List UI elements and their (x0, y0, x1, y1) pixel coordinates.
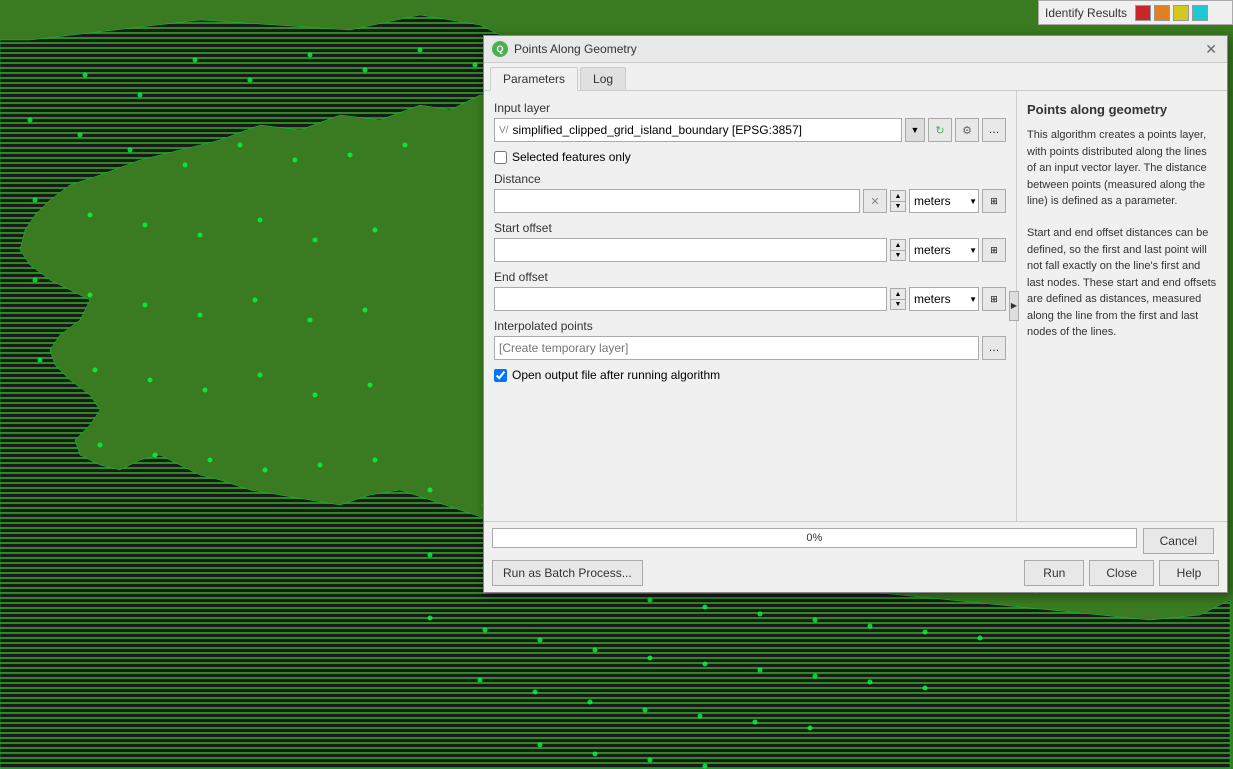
selected-features-row: Selected features only (494, 150, 1006, 164)
selected-features-checkbox[interactable] (494, 151, 507, 164)
distance-map-btn[interactable]: ⊞ (982, 189, 1006, 213)
identify-icon-3[interactable] (1173, 5, 1189, 21)
start-offset-group: Start offset 0.000000 ▲ ▼ meters kilomet… (494, 221, 1006, 262)
identify-icon-2[interactable] (1154, 5, 1170, 21)
progress-row: 0% Cancel (492, 528, 1219, 554)
dialog-tab-bar: Parameters Log (484, 63, 1227, 91)
open-output-checkbox[interactable] (494, 369, 507, 382)
dialog-body: Input layer V/ simplified_clipped_grid_i… (484, 91, 1227, 521)
start-offset-input[interactable]: 0.000000 (494, 238, 887, 262)
selected-features-label[interactable]: Selected features only (512, 150, 631, 164)
end-offset-map-btn[interactable]: ⊞ (982, 287, 1006, 311)
distance-clear-btn[interactable]: ✕ (863, 189, 887, 213)
dialog-titlebar: Q Points Along Geometry ✕ (484, 36, 1227, 63)
input-layer-more-btn[interactable]: … (982, 118, 1006, 142)
dialog-title-group: Q Points Along Geometry (492, 41, 637, 57)
start-offset-unit-wrap: meters kilometers feet miles ▼ (909, 238, 979, 262)
input-layer-value: simplified_clipped_grid_island_boundary … (512, 123, 897, 137)
interpolated-label: Interpolated points (494, 319, 1006, 333)
footer-right-buttons: Run Close Help (1024, 560, 1219, 586)
start-offset-up-btn[interactable]: ▲ (890, 239, 906, 250)
dialog-close-button[interactable]: ✕ (1203, 42, 1219, 56)
close-button[interactable]: Close (1089, 560, 1154, 586)
distance-unit-select[interactable]: meters kilometers feet miles (909, 189, 979, 213)
end-offset-spinner: ▲ ▼ (890, 288, 906, 310)
run-button[interactable]: Run (1024, 560, 1084, 586)
desc-title: Points along geometry (1027, 101, 1217, 119)
open-output-label[interactable]: Open output file after running algorithm (512, 368, 720, 382)
end-offset-up-btn[interactable]: ▲ (890, 288, 906, 299)
end-offset-unit-select[interactable]: meters kilometers feet miles (909, 287, 979, 311)
distance-row: 300.000000 ✕ ▲ ▼ meters kilometers feet … (494, 189, 1006, 213)
end-offset-input[interactable]: 0.000000 (494, 287, 887, 311)
desc-text-2: Start and end offset distances can be de… (1027, 225, 1217, 341)
desc-text: This algorithm creates a points layer, w… (1027, 127, 1217, 210)
identify-results-panel: Identify Results (1038, 0, 1233, 25)
input-layer-dropdown[interactable]: ▼ (905, 118, 925, 142)
input-layer-settings-btn[interactable]: ⚙ (955, 118, 979, 142)
distance-group: Distance 300.000000 ✕ ▲ ▼ meters kilomet… (494, 172, 1006, 213)
end-offset-row: 0.000000 ▲ ▼ meters kilometers feet mile… (494, 287, 1006, 311)
end-offset-group: End offset 0.000000 ▲ ▼ meters kilometer… (494, 270, 1006, 311)
tab-parameters[interactable]: Parameters (490, 67, 578, 91)
identify-results-toolbar (1135, 5, 1208, 21)
interpolated-row: … (494, 336, 1006, 360)
parameters-panel: Input layer V/ simplified_clipped_grid_i… (484, 91, 1017, 521)
start-offset-map-btn[interactable]: ⊞ (982, 238, 1006, 262)
footer-buttons: Run as Batch Process... Run Close Help (492, 560, 1219, 586)
distance-unit-wrap: meters kilometers feet miles ▼ (909, 189, 979, 213)
input-layer-refresh-btn[interactable]: ↻ (928, 118, 952, 142)
distance-input[interactable]: 300.000000 (494, 189, 860, 213)
start-offset-label: Start offset (494, 221, 1006, 235)
description-panel: ▶ Points along geometry This algorithm c… (1017, 91, 1227, 521)
progress-bar-container: 0% (492, 528, 1137, 548)
distance-spinner: ▲ ▼ (890, 190, 906, 212)
end-offset-label: End offset (494, 270, 1006, 284)
distance-up-btn[interactable]: ▲ (890, 190, 906, 201)
end-offset-unit-wrap: meters kilometers feet miles ▼ (909, 287, 979, 311)
vector-icon: V/ (499, 125, 508, 136)
cancel-button[interactable]: Cancel (1143, 528, 1214, 554)
points-along-geometry-dialog: Q Points Along Geometry ✕ Parameters Log… (483, 35, 1228, 593)
start-offset-down-btn[interactable]: ▼ (890, 250, 906, 261)
dialog-footer: 0% Cancel Run as Batch Process... Run Cl… (484, 521, 1227, 592)
distance-label: Distance (494, 172, 1006, 186)
open-output-row: Open output file after running algorithm (494, 368, 1006, 382)
start-offset-spinner: ▲ ▼ (890, 239, 906, 261)
interpolated-input[interactable] (494, 336, 979, 360)
interpolated-points-group: Interpolated points … (494, 319, 1006, 360)
end-offset-down-btn[interactable]: ▼ (890, 299, 906, 310)
interpolated-browse-btn[interactable]: … (982, 336, 1006, 360)
input-layer-row: V/ simplified_clipped_grid_island_bounda… (494, 118, 1006, 142)
qgis-logo-icon: Q (492, 41, 508, 57)
tab-log[interactable]: Log (580, 67, 626, 90)
help-button[interactable]: Help (1159, 560, 1219, 586)
distance-down-btn[interactable]: ▼ (890, 201, 906, 212)
batch-process-button[interactable]: Run as Batch Process... (492, 560, 643, 586)
progress-text: 0% (806, 532, 822, 544)
start-offset-row: 0.000000 ▲ ▼ meters kilometers feet mile… (494, 238, 1006, 262)
identify-results-title: Identify Results (1045, 6, 1127, 20)
input-layer-group: Input layer V/ simplified_clipped_grid_i… (494, 101, 1006, 142)
start-offset-unit-select[interactable]: meters kilometers feet miles (909, 238, 979, 262)
dialog-title-text: Points Along Geometry (514, 42, 637, 56)
input-layer-label: Input layer (494, 101, 1006, 115)
identify-icon-4[interactable] (1192, 5, 1208, 21)
desc-panel-toggle[interactable]: ▶ (1009, 291, 1019, 321)
identify-icon-1[interactable] (1135, 5, 1151, 21)
